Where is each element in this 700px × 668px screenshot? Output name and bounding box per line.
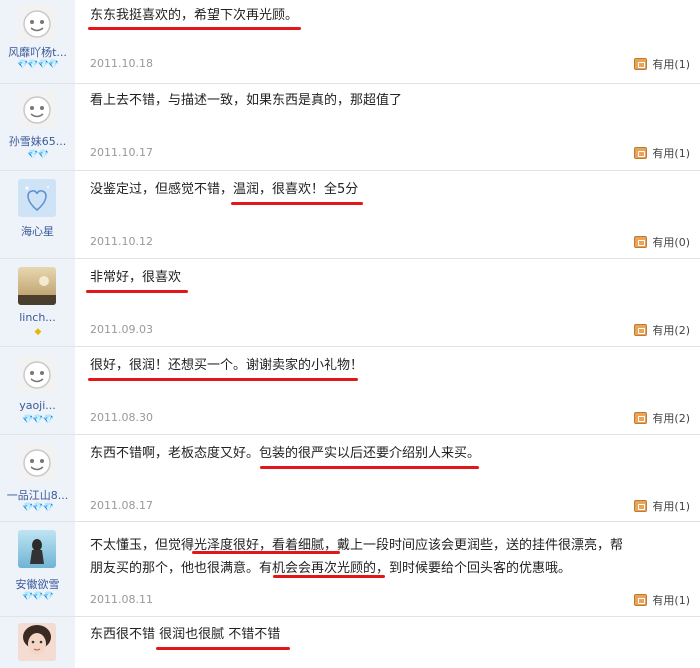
review-row: 孙雪妹65... 💎💎 看上去不错，与描述一致，如果东西是真的，那超值了 201… (0, 83, 700, 170)
rank-badge: ◆ (34, 327, 42, 337)
review-date: 2011.10.12 (90, 235, 153, 248)
review-date: 2011.09.03 (90, 323, 153, 336)
avatar[interactable] (18, 623, 56, 661)
avatar[interactable] (18, 267, 56, 305)
review-list: 风靡吖杨t... 💎💎💎💎 东东我挺喜欢的，希望下次再光顾。 2011.10.1… (0, 0, 700, 668)
review-date: 2011.10.17 (90, 146, 153, 159)
useful-count: 有用(2) (652, 324, 690, 337)
reviewer-name[interactable]: 安徽欲雪 (0, 576, 75, 592)
review-text: 东西很不错 很润也很腻 不错不错 (90, 627, 281, 642)
useful-button[interactable]: 有用(0) (634, 234, 690, 250)
rank-badge: 💎💎💎 (22, 503, 54, 513)
useful-button[interactable]: 有用(2) (634, 410, 690, 426)
useful-icon (634, 324, 648, 336)
review-row: yaoji... 💎💎💎 很好，很润！还想买一个。谢谢卖家的小礼物！ 2011.… (0, 346, 700, 434)
review-row: 一品江山8... 💎💎💎 东西不错啊，老板态度又好。包装的很严实以后还要介绍别人… (0, 434, 700, 521)
highlight-underline (192, 551, 340, 554)
useful-count: 有用(2) (652, 412, 690, 425)
review-text: 看上去不错，与描述一致，如果东西是真的，那超值了 (90, 93, 403, 108)
useful-button[interactable]: 有用(1) (634, 56, 690, 72)
useful-button[interactable]: 有用(1) (634, 592, 690, 608)
useful-icon (634, 236, 648, 248)
rank-badge: 💎💎💎 (22, 592, 54, 602)
highlight-underline (156, 647, 290, 650)
reviewer-name[interactable]: yaoji... (0, 399, 75, 412)
useful-count: 有用(0) (652, 236, 690, 249)
highlight-underline (88, 378, 358, 381)
review-date: 2011.08.17 (90, 499, 153, 512)
review-row: linch... ◆ 非常好，很喜欢 2011.09.03 有用(2) (0, 258, 700, 346)
review-row: 东西很不错 很润也很腻 不错不错 (0, 616, 700, 668)
useful-count: 有用(1) (652, 500, 690, 513)
reviewer-name[interactable]: 海心星 (0, 223, 75, 239)
review-date: 2011.08.30 (90, 411, 153, 424)
useful-count: 有用(1) (652, 594, 690, 607)
avatar[interactable] (18, 355, 56, 393)
useful-icon (634, 594, 648, 606)
rank-badge: 💎💎 (27, 150, 48, 160)
useful-button[interactable]: 有用(1) (634, 145, 690, 161)
review-text: 没鉴定过，但感觉不错，温润，很喜欢！全5分 (90, 182, 359, 197)
highlight-underline (260, 466, 479, 469)
highlight-underline (86, 290, 188, 293)
useful-icon (634, 412, 648, 424)
avatar[interactable] (18, 530, 56, 568)
review-text: 非常好，很喜欢 (90, 270, 182, 285)
rank-badge: 💎💎💎 (22, 415, 54, 425)
useful-button[interactable]: 有用(1) (634, 498, 690, 514)
avatar[interactable] (18, 90, 56, 128)
useful-icon (634, 147, 648, 159)
review-text: 很好，很润！还想买一个。谢谢卖家的小礼物！ (90, 358, 364, 373)
reviewer-name[interactable]: 风靡吖杨t... (0, 44, 75, 60)
review-row: 海心星 没鉴定过，但感觉不错，温润，很喜欢！全5分 2011.10.12 有用(… (0, 170, 700, 258)
avatar[interactable] (18, 4, 56, 42)
avatar[interactable] (18, 179, 56, 217)
useful-count: 有用(1) (652, 147, 690, 160)
review-date: 2011.10.18 (90, 57, 153, 70)
highlight-underline (88, 27, 301, 30)
review-date: 2011.08.11 (90, 593, 153, 606)
useful-icon (634, 58, 648, 70)
rank-badge: 💎💎💎💎 (17, 60, 59, 70)
highlight-underline (273, 575, 385, 578)
useful-count: 有用(1) (652, 58, 690, 71)
reviewer-name[interactable]: 孙雪妹65... (0, 133, 75, 149)
highlight-underline (231, 202, 363, 205)
useful-button[interactable]: 有用(2) (634, 322, 690, 338)
review-text-line: 不太懂玉，但觉得光泽度很好，看着细腻，戴上一段时间应该会更润些，送的挂件很漂亮，… (90, 538, 624, 553)
useful-icon (634, 500, 648, 512)
review-text: 东东我挺喜欢的，希望下次再光顾。 (90, 8, 299, 23)
avatar[interactable] (18, 443, 56, 481)
review-row: 风靡吖杨t... 💎💎💎💎 东东我挺喜欢的，希望下次再光顾。 2011.10.1… (0, 0, 700, 83)
review-text: 东西不错啊，老板态度又好。包装的很严实以后还要介绍别人来买。 (90, 446, 481, 461)
reviewer-name[interactable]: linch... (0, 311, 75, 324)
review-row: 安徽欲雪 💎💎💎 不太懂玉，但觉得光泽度很好，看着细腻，戴上一段时间应该会更润些… (0, 521, 700, 616)
reviewer-name[interactable]: 一品江山8... (0, 487, 75, 503)
